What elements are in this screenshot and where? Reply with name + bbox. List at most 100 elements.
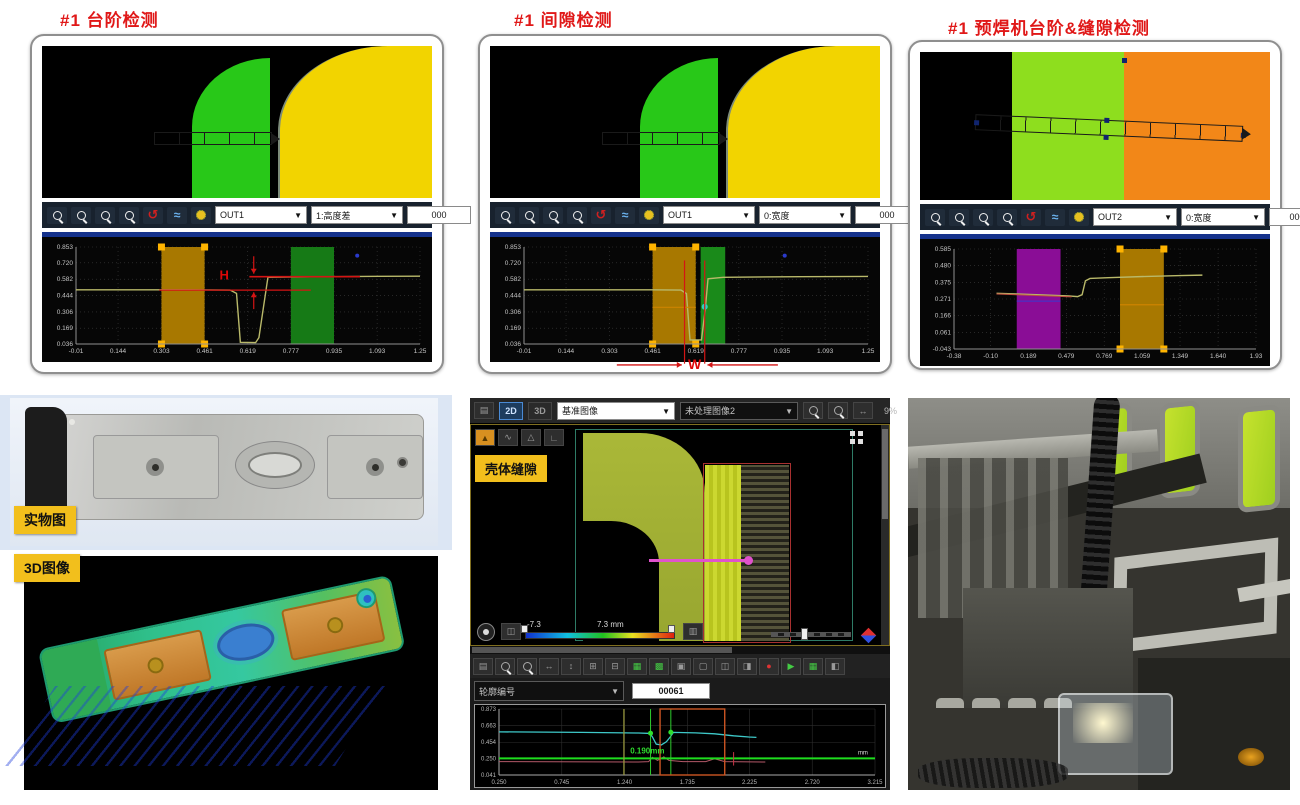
base-image-select[interactable]: 基准图像 <box>557 402 675 420</box>
profile-slider-handle[interactable] <box>801 628 808 640</box>
value-box[interactable]: 000 <box>1269 208 1300 226</box>
hatch-icon[interactable]: ▩ <box>649 658 669 675</box>
histogram-icon[interactable]: ▥ <box>683 623 703 640</box>
measure-select[interactable]: 1:高度差 <box>311 206 403 224</box>
profile-icon[interactable] <box>1045 209 1065 226</box>
tab-3d[interactable]: 3D <box>528 402 552 420</box>
magnifier-glyph <box>125 211 134 220</box>
svg-text:0.582: 0.582 <box>57 276 74 283</box>
value-box[interactable]: 000 <box>407 206 471 224</box>
color-mode-icon[interactable] <box>861 628 877 644</box>
terrain-view-icon[interactable]: △ <box>521 429 541 446</box>
horizontal-scrollbar[interactable] <box>470 646 890 654</box>
magnifier-glyph <box>523 662 532 671</box>
roi-node[interactable] <box>974 120 979 125</box>
profile-number-row: 轮廓编号 00061 <box>470 678 890 704</box>
zoom-out-icon[interactable] <box>973 209 993 226</box>
output-select[interactable]: OUT1 <box>663 206 755 224</box>
zoom-in-icon[interactable] <box>71 207 91 224</box>
pan-tool-icon[interactable]: ↔ <box>539 658 559 675</box>
profile-slider-track[interactable] <box>771 632 851 637</box>
height-view-icon[interactable]: ▲ <box>475 429 495 446</box>
zoom-out-icon[interactable] <box>517 658 537 675</box>
vertical-scrollbar[interactable] <box>881 425 889 645</box>
processed-image-select[interactable]: 未处理图像2 <box>680 402 798 420</box>
profile-view-icon[interactable]: ∿ <box>498 429 518 446</box>
grid-on-icon[interactable]: ▦ <box>627 658 647 675</box>
scale-handle-min[interactable] <box>521 625 528 633</box>
measure-roi[interactable] <box>602 132 720 145</box>
export-icon[interactable]: ▦ <box>803 658 823 675</box>
fullscreen-icon[interactable] <box>850 431 863 444</box>
zoom-in-icon[interactable] <box>803 402 823 419</box>
svg-text:0.036: 0.036 <box>505 341 522 348</box>
measurement-arrow[interactable] <box>649 559 749 562</box>
zoom-fit-icon[interactable] <box>567 207 587 224</box>
select-tool-icon[interactable]: ▤ <box>473 658 493 675</box>
roi-node[interactable] <box>1241 133 1246 138</box>
settings-icon[interactable] <box>191 207 211 224</box>
chart-header-bar <box>42 232 432 237</box>
undo-icon[interactable] <box>591 207 611 224</box>
vertical-pan-icon[interactable]: ↕ <box>561 658 581 675</box>
svg-text:2.225: 2.225 <box>742 780 758 786</box>
undo-icon[interactable] <box>1021 209 1041 226</box>
zoom-out-icon[interactable] <box>95 207 115 224</box>
target-button[interactable] <box>477 623 495 641</box>
undo-glyph <box>148 206 159 224</box>
profile-chart-area: -0.010.1440.3030.4610.6190.7770.9351.093… <box>42 232 432 362</box>
zoom-in-icon[interactable] <box>949 209 969 226</box>
gap-roi-box[interactable] <box>703 463 791 643</box>
pan-icon[interactable] <box>47 207 67 224</box>
box-icon[interactable]: ▢ <box>693 658 713 675</box>
list-view-icon[interactable]: ▤ <box>474 402 494 419</box>
color-scale-bar[interactable] <box>525 632 675 639</box>
palette-icon[interactable]: ◫ <box>501 623 521 640</box>
measure-select[interactable]: 0:宽度 <box>1181 208 1265 226</box>
layers-icon[interactable]: ◧ <box>825 658 845 675</box>
settings-icon[interactable] <box>1069 209 1089 226</box>
image-viewport: ◫ -7.3 7.3 mm ▥ ▲ ∿ △ ∟ 壳体缝隙 <box>470 424 890 646</box>
shrink-x-icon[interactable]: ⊟ <box>605 658 625 675</box>
magnifier-glyph <box>549 211 558 220</box>
split-view-icon[interactable]: ◫ <box>715 658 735 675</box>
pan-icon[interactable] <box>495 207 515 224</box>
half-view-icon[interactable]: ◨ <box>737 658 757 675</box>
profile-icon[interactable] <box>615 207 635 224</box>
tab-2d[interactable]: 2D <box>499 402 523 420</box>
svg-text:2.720: 2.720 <box>805 780 821 786</box>
measure-select[interactable]: 0:宽度 <box>759 206 851 224</box>
zoom-out-icon[interactable] <box>543 207 563 224</box>
metal-bar <box>34 414 424 520</box>
zoom-in-icon[interactable] <box>495 658 515 675</box>
scroll-thumb[interactable] <box>882 429 888 519</box>
profile-number-value[interactable]: 00061 <box>632 683 710 699</box>
zoom-fit-icon[interactable] <box>119 207 139 224</box>
roi-node[interactable] <box>1103 135 1108 140</box>
fit-screen-icon[interactable]: ↔ <box>853 402 873 419</box>
angle-view-icon[interactable]: ∟ <box>544 429 564 446</box>
svg-text:0.777: 0.777 <box>283 348 300 355</box>
zoom-out-icon[interactable] <box>828 402 848 419</box>
yellow-surface <box>726 46 880 198</box>
chevron-down-icon <box>838 210 846 220</box>
measure-roi[interactable] <box>154 132 272 145</box>
scroll-thumb[interactable] <box>472 647 732 653</box>
zoom-in-icon[interactable] <box>519 207 539 224</box>
pan-icon[interactable] <box>925 209 945 226</box>
zoom-fit-icon[interactable] <box>997 209 1017 226</box>
scale-handle-max[interactable] <box>668 625 675 633</box>
output-select[interactable]: OUT1 <box>215 206 307 224</box>
output-select[interactable]: OUT2 <box>1093 208 1177 226</box>
output-select-value: OUT2 <box>1098 212 1122 222</box>
profile-number-select[interactable]: 轮廓编号 <box>474 681 624 701</box>
roi-node[interactable] <box>1104 118 1109 123</box>
marker-icon[interactable]: ▣ <box>671 658 691 675</box>
gear-glyph <box>644 210 654 220</box>
undo-icon[interactable] <box>143 207 163 224</box>
record-icon[interactable]: ● <box>759 658 779 675</box>
settings-icon[interactable] <box>639 207 659 224</box>
profile-icon[interactable] <box>167 207 187 224</box>
play-icon[interactable]: ▶ <box>781 658 801 675</box>
expand-x-icon[interactable]: ⊞ <box>583 658 603 675</box>
